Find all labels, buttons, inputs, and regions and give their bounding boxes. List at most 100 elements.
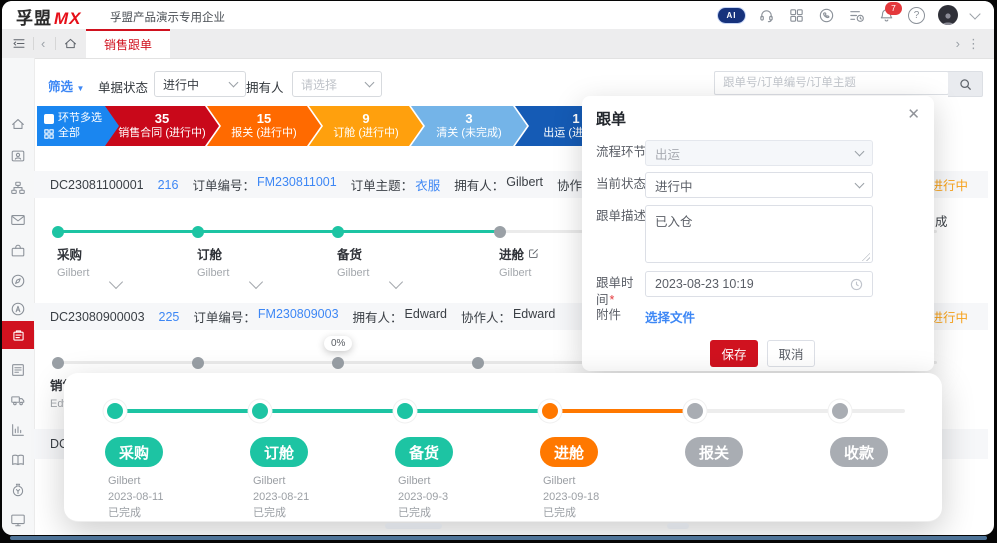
logo-cn: 孚盟 [16,9,52,28]
desc-field-label: 跟单描述 [596,208,646,225]
more-tabs-icon[interactable]: ⋮ [967,29,980,58]
apps-grid-icon[interactable] [788,7,805,24]
timeline-dot [192,226,204,238]
briefcase-icon[interactable] [2,243,34,259]
multi-select-checkbox[interactable] [44,114,54,124]
time-field-label: 跟单时间* [596,275,640,309]
popup-stage-pill[interactable]: 进舱 [540,437,598,467]
search-input[interactable] [714,71,949,95]
top-header: 孚盟MX 孚盟产品演示专用企业 AI 7 ? [2,1,994,30]
obscured-text-fragment: 成 [935,211,948,230]
close-icon[interactable]: ✕ [907,105,920,123]
popup-dot [687,403,703,419]
tab-sales-tracking[interactable]: 销售跟单 [86,29,170,58]
chevron-down-icon [229,78,239,88]
ai-assistant-icon[interactable]: AI [718,8,745,23]
timeline-dot [52,357,64,369]
chevron-down-icon [855,179,865,189]
popup-status: 已完成 [253,505,309,521]
truck-icon[interactable] [2,392,34,408]
nav-back-icon[interactable]: ‹ [41,29,45,58]
attachment-label: 附件 [596,307,621,324]
home-icon[interactable] [2,116,34,132]
popup-dot [542,403,558,419]
time-input[interactable]: 2023-08-23 10:19 [645,271,873,297]
app-window: 孚盟MX 孚盟产品演示专用企业 AI 7 ? ‹ 销售跟单 › ⋮ [2,1,994,535]
left-nav-rail [2,58,35,535]
monitor-icon[interactable] [2,512,34,528]
search-button[interactable] [948,71,983,97]
popup-stage-pill[interactable]: 备货 [395,437,453,467]
timeline-dot [332,226,344,238]
chevron-down-icon[interactable] [969,8,980,19]
collapse-menu-icon[interactable] [11,36,27,51]
popup-stage-pill[interactable]: 收款 [830,437,888,467]
status-field-label: 当前状态 [596,176,646,193]
chevron-down-icon [365,78,375,88]
notification-badge: 7 [885,2,902,15]
document-list-icon[interactable] [2,362,34,378]
desc-textarea[interactable]: 已入仓 [645,205,873,263]
edit-icon[interactable] [528,248,539,259]
filter-toggle[interactable]: 筛选 ▼ [48,76,84,95]
funnel-stage-contract[interactable]: 35销售合同 (进行中) [105,106,219,146]
modal-title: 跟单 [596,108,626,129]
funnel-stage-clearance[interactable]: 3清关 (未完成) [411,106,527,146]
choose-file-link[interactable]: 选择文件 [645,307,695,326]
follow-up-modal: 跟单 ✕ 流程环节 出运 当前状态 进行中 跟单描述 已入仓 跟单时间* 202… [582,96,934,371]
stage-person: Gilbert [197,267,327,279]
mail-icon[interactable] [2,212,34,228]
divider [33,37,34,50]
sales-tracking-active-icon[interactable] [2,321,34,349]
home-tab-icon[interactable] [63,36,78,51]
tracking-count-link[interactable]: 216 [158,178,179,192]
popup-date: 2023-08-21 [253,489,309,505]
tracking-count-link[interactable]: 225 [159,310,180,324]
tracking-no: DC23081100001 [50,178,144,192]
timeline-progress [57,230,500,233]
popup-stage-pill[interactable]: 报关 [685,437,743,467]
order-no-link[interactable]: FM230811001 [257,175,337,194]
stage-name: 进舱 [499,244,524,263]
cancel-button[interactable]: 取消 [767,340,815,367]
bar-chart-icon[interactable] [2,422,34,438]
clock-icon [850,278,863,291]
stage-name: 备货 [337,244,467,263]
doc-status-label: 单据状态 [98,77,148,96]
org-tree-icon[interactable] [2,180,34,196]
contacts-card-icon[interactable] [2,148,34,164]
popup-status: 已完成 [398,505,448,521]
popup-status: 已完成 [543,505,599,521]
doc-status-select[interactable]: 进行中 [154,71,246,97]
book-icon[interactable] [2,452,34,468]
status-select[interactable]: 进行中 [645,172,873,198]
popup-date: 2023-08-11 [108,489,163,505]
headset-icon[interactable] [758,7,775,24]
notifications-bell-icon[interactable]: 7 [878,7,895,24]
tab-bar: ‹ 销售跟单 › ⋮ [2,29,994,59]
nav-forward-icon[interactable]: › [956,29,960,58]
popup-timeline-done [112,409,547,413]
task-list-clock-icon[interactable] [848,7,865,24]
timeline-dot [192,357,204,369]
horizontal-scrollbar-thumb[interactable] [667,523,689,529]
help-icon[interactable]: ? [908,7,925,24]
popup-stage-pill[interactable]: 采购 [105,437,163,467]
funnel-stage-booking[interactable]: 9订舱 (进行中) [309,106,423,146]
app-logo: 孚盟MX [16,4,82,29]
horizontal-scrollbar-thumb[interactable] [385,523,442,529]
save-button[interactable]: 保存 [710,340,758,367]
money-bag-icon[interactable] [2,482,34,498]
circle-a-icon[interactable] [2,301,34,317]
stage-select[interactable]: 出运 [645,140,873,166]
popup-stage-pill[interactable]: 订舱 [250,437,308,467]
subject-link[interactable]: 衣服 [415,175,440,194]
order-no-link[interactable]: FM230809003 [258,307,339,326]
owner-select[interactable]: 请选择 [292,71,382,97]
avatar[interactable] [938,5,958,25]
required-asterisk: * [610,293,615,307]
popup-person: Gilbert [543,473,599,489]
funnel-stage-customs[interactable]: 15报关 (进行中) [207,106,321,146]
compass-icon[interactable] [2,273,34,289]
whatsapp-icon[interactable] [818,7,835,24]
